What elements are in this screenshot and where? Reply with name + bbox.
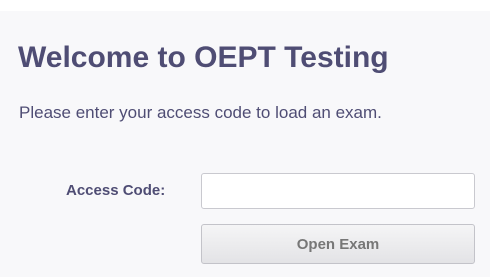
page-title: Welcome to OEPT Testing [18,41,389,74]
access-code-label: Access Code: [66,182,166,199]
access-code-input[interactable] [201,173,475,209]
page-subtitle: Please enter your access code to load an… [19,103,382,122]
open-exam-button[interactable]: Open Exam [201,224,475,264]
welcome-panel: Welcome to OEPT Testing Please enter you… [0,11,490,277]
